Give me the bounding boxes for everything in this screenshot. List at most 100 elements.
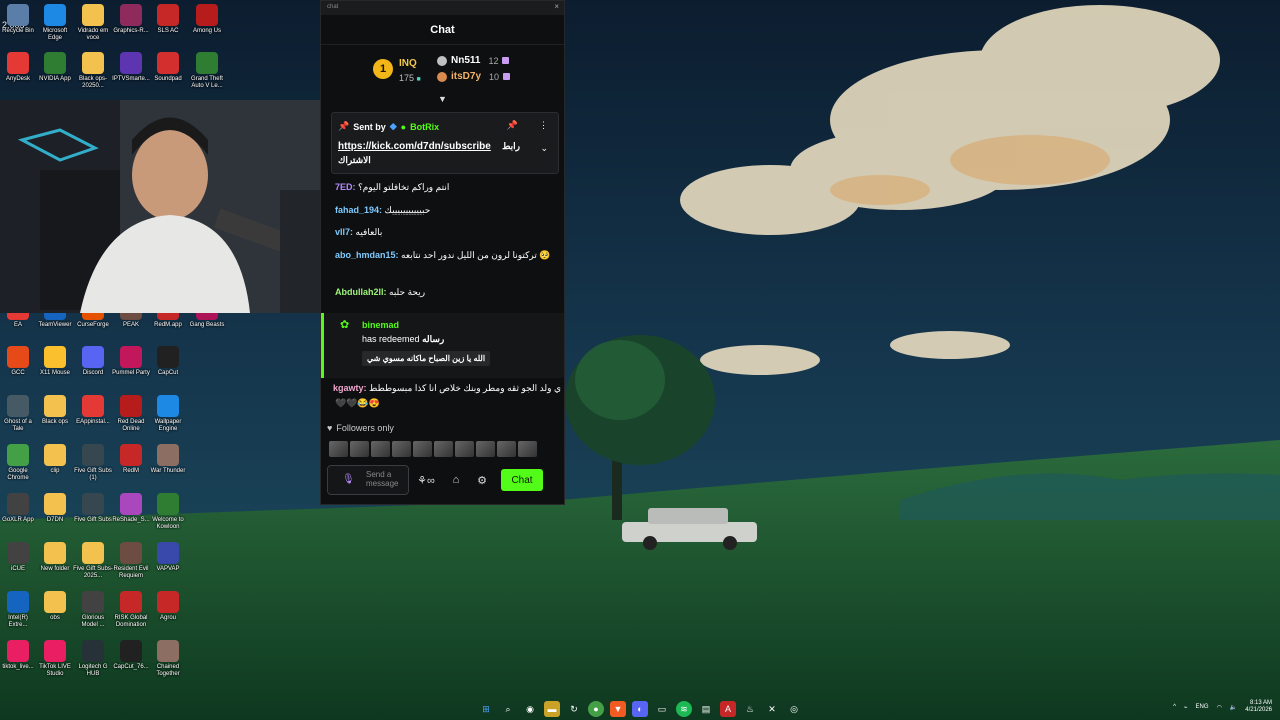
desktop-icon-five-gift-subs-2025[interactable]: Five Gift Subs-2025... (73, 542, 113, 580)
desktop-icon-black-ops-20250[interactable]: Black ops-20250... (73, 52, 113, 90)
start-windows-icon[interactable]: ⊞ (478, 701, 494, 717)
send-chat-button[interactable]: Chat (501, 469, 543, 491)
adobe-icon[interactable]: A (720, 701, 736, 717)
desktop-icon-vapvap[interactable]: VAPVAP (148, 542, 188, 573)
close-icon[interactable]: × (554, 2, 559, 11)
desktop-icon-google-chrome[interactable]: Google Chrome (0, 444, 38, 482)
avatar[interactable] (455, 441, 474, 457)
app-icon[interactable]: ▤ (698, 701, 714, 717)
chat-message-user[interactable]: kgawty: (333, 383, 367, 393)
chat-message-user[interactable]: fahad_194: (335, 205, 385, 215)
more-options-icon[interactable]: ⋮ (539, 120, 548, 131)
wifi-icon[interactable]: ◠ (1217, 704, 1222, 711)
desktop-icon-gcc[interactable]: GCC (0, 346, 38, 377)
desktop-icon-reshade-s[interactable]: ReShade_S... (111, 493, 151, 524)
avatar[interactable] (329, 441, 348, 457)
discord-icon[interactable]: ◐ (632, 701, 648, 717)
avatar[interactable] (413, 441, 432, 457)
pinned-link[interactable]: https://kick.com/d7dn/subscribe (338, 141, 491, 152)
desktop-icon-five-gift-subs-1[interactable]: Five Gift Subs (1) (73, 444, 113, 482)
file-explorer-icon[interactable]: ▬ (544, 701, 560, 717)
desktop-icon-iptvsmarte[interactable]: IPTVSmarte... (111, 52, 151, 83)
spotify-icon[interactable]: ≋ (676, 701, 692, 717)
desktop-icon-d7dn[interactable]: D7DN (35, 493, 75, 524)
avatar[interactable] (434, 441, 453, 457)
clock[interactable]: 8:13 AM 4/21/2026 (1245, 700, 1272, 714)
chevron-down-icon[interactable]: ⌄ (540, 143, 548, 154)
gift-leaderboard[interactable]: 1 INQ 175 ■ Nn511 12 itsD7y 10 (321, 45, 564, 95)
chat-message-input[interactable]: 🎙 Send a message (327, 465, 409, 495)
desktop-icon-redm[interactable]: RedM (111, 444, 151, 475)
desktop-icon-nvidia-app[interactable]: NVIDIA App (35, 52, 75, 83)
expand-leaderboard-icon[interactable]: ▼ (321, 95, 564, 105)
avatar[interactable] (497, 441, 516, 457)
search-icon[interactable]: ⌕ (500, 701, 516, 717)
desktop-icon-vidrado-em-voce[interactable]: Vidrado em voce (73, 4, 113, 42)
desktop-icon-microsoft-edge[interactable]: Microsoft Edge (35, 4, 75, 42)
desktop-icon-intel-r-extre[interactable]: Intel(R) Extre... (0, 591, 38, 629)
desktop-icon-risk-global-domination[interactable]: RISK Global Domination (111, 591, 151, 629)
desktop-icon-resident-evil-requiem[interactable]: Resident Evil Requiem (111, 542, 151, 580)
desktop-icon-new-folder[interactable]: New folder (35, 542, 75, 573)
sync-icon[interactable]: ↻ (566, 701, 582, 717)
store-icon[interactable]: ⌂ (443, 465, 469, 495)
pin-small-icon: 📌 (338, 121, 350, 131)
chevron-up-icon[interactable]: ^ (1173, 704, 1176, 710)
desktop-icon-discord[interactable]: Discord (73, 346, 113, 377)
steam-icon[interactable]: ♨ (742, 701, 758, 717)
avatar[interactable] (392, 441, 411, 457)
desktop-icon-ghost-of-a-tale[interactable]: Ghost of a Tale (0, 395, 38, 433)
desktop-icon-capcut[interactable]: CapCut (148, 346, 188, 377)
desktop-icon-tiktok-live-studio[interactable]: TikTok LIVE Studio (35, 640, 75, 678)
desktop-icon-soundpad[interactable]: Soundpad (148, 52, 188, 83)
desktop-icon-pummel-party[interactable]: Pummel Party (111, 346, 151, 377)
desktop-icon-five-gift-subs[interactable]: Five Gift Subs (73, 493, 113, 524)
desktop-icon-grand-theft-auto-v-le[interactable]: Grand Theft Auto V Le... (187, 52, 227, 90)
chat-message-user[interactable]: 7ED: (335, 182, 358, 192)
chat-message-user[interactable]: vll7: (335, 227, 356, 237)
desktop-icon-anydesk[interactable]: AnyDesk (0, 52, 38, 83)
desktop-icon-among-us[interactable]: Among Us (187, 4, 227, 35)
desktop-icon-welcome-to-kowloon[interactable]: Welcome to Kowloon (148, 493, 188, 531)
desktop-icon-red-dead-online[interactable]: Red Dead Online (111, 395, 151, 433)
desktop-icon-wallpaper-engine[interactable]: Wallpaper Engine (148, 395, 188, 433)
desktop-icon-agrou[interactable]: Agrou (148, 591, 188, 622)
chrome-icon[interactable]: ● (588, 701, 604, 717)
avatar[interactable] (350, 441, 369, 457)
obs-icon[interactable]: ◉ (522, 701, 538, 717)
chat-message-user[interactable]: Abdullah2ll: (335, 287, 389, 297)
desktop-icon-tiktok-live[interactable]: tiktok_live... (0, 640, 38, 671)
desktop-icon-goxlr-app[interactable]: GoXLR App (0, 493, 38, 524)
avatar[interactable] (371, 441, 390, 457)
desktop-icon-obs[interactable]: obs (35, 591, 75, 622)
icue-icon[interactable]: ◎ (786, 701, 802, 717)
desktop-icon-icue[interactable]: iCUE (0, 542, 38, 573)
desktop-icon-capcut-76[interactable]: CapCut_76... (111, 640, 151, 671)
desktop-icon-graphics-r[interactable]: Graphics-R... (111, 4, 151, 35)
desktop-icon-war-thunder[interactable]: War Thunder (148, 444, 188, 475)
desktop-icon-chained-together[interactable]: Chained Together (148, 640, 188, 678)
desktop-icon-black-ops[interactable]: Black ops (35, 395, 75, 426)
channel-points-button[interactable]: ⚘∞ (409, 465, 443, 495)
brave-icon[interactable]: ▼ (610, 701, 626, 717)
chat-message-user[interactable]: abo_hmdan15: (335, 250, 401, 260)
redeem-user[interactable]: binemad (362, 320, 399, 330)
desktop-icon-sls-ac[interactable]: SLS AC (148, 4, 188, 35)
pinned-bot-name[interactable]: BotRix (410, 122, 439, 132)
volume-icon[interactable]: 🔈 (1230, 704, 1237, 711)
settings-gear-icon[interactable]: ⚙ (469, 465, 495, 495)
unpin-icon[interactable]: 📌 (507, 120, 518, 131)
microphone-icon[interactable]: 🎙 (342, 474, 355, 485)
avatar[interactable] (518, 441, 537, 457)
desktop-icon-clip[interactable]: clip (35, 444, 75, 475)
network-icon[interactable]: ⌁ (1184, 704, 1188, 711)
desktop-icon-recycle-bin[interactable]: Recycle Bin (0, 4, 38, 35)
avatar[interactable] (476, 441, 495, 457)
desktop-icon-glorious-model[interactable]: Glorious Model ... (73, 591, 113, 629)
desktop-icon-logitech-g-hub[interactable]: Logitech G HUB (73, 640, 113, 678)
desktop-icon-eappinstal[interactable]: EAppinstal... (73, 395, 113, 426)
desktop-icon-x11-mouse[interactable]: X11 Mouse (35, 346, 75, 377)
capcut-icon[interactable]: ✕ (764, 701, 780, 717)
terminal-icon[interactable]: ▭ (654, 701, 670, 717)
language-indicator[interactable]: ENG (1196, 704, 1209, 710)
